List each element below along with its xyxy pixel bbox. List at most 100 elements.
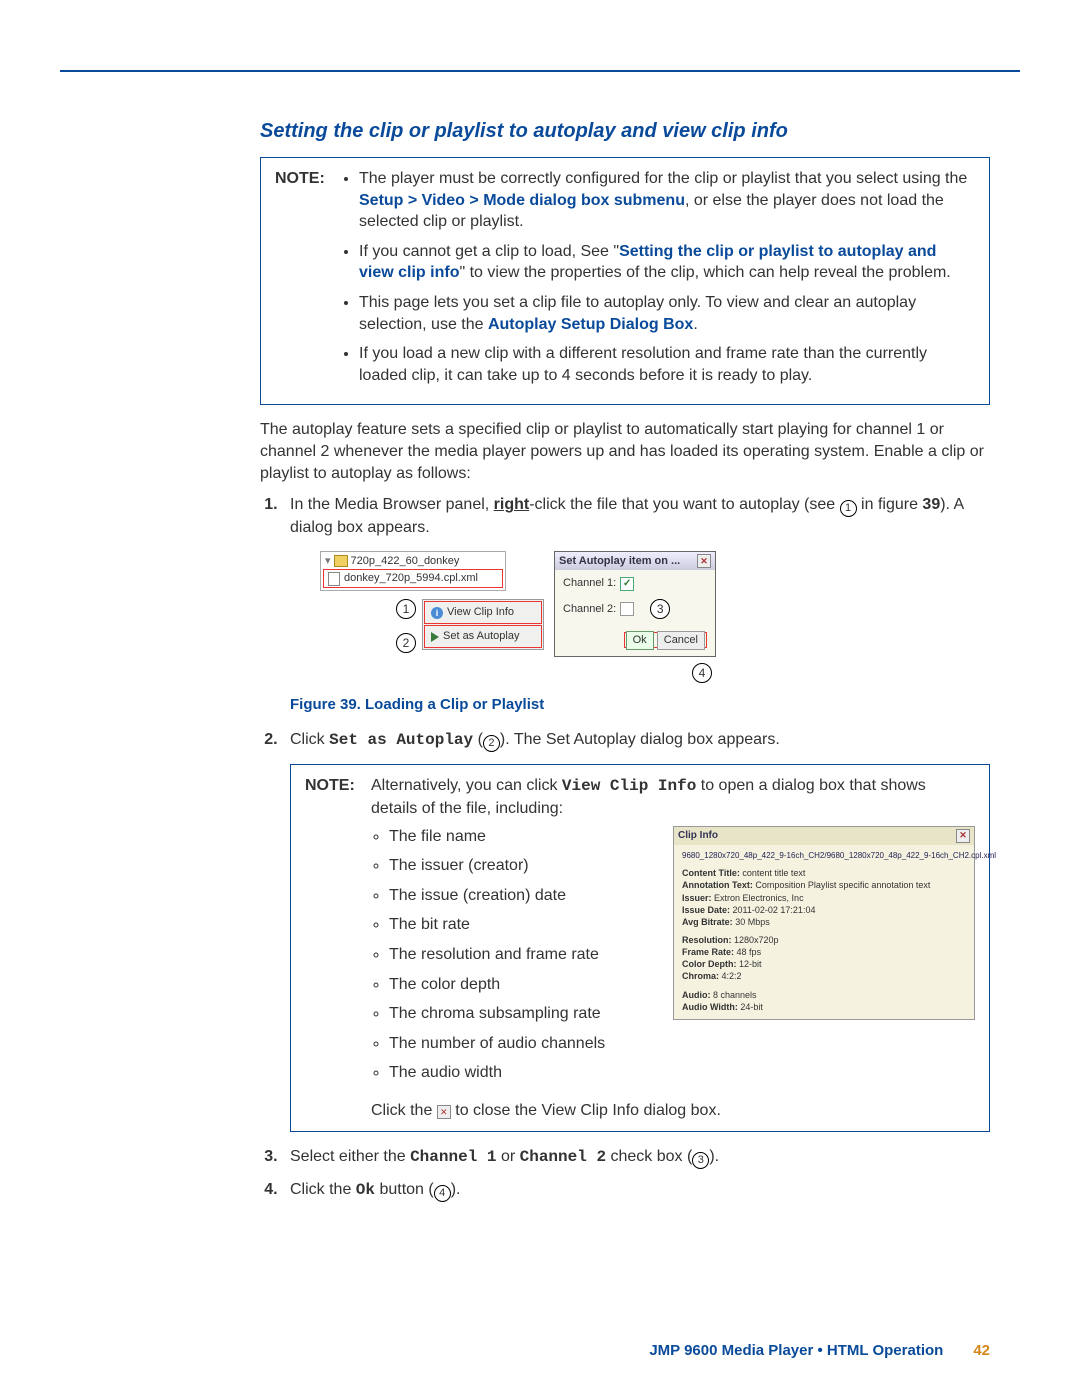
close-icon[interactable]: ✕ — [697, 554, 711, 568]
ci-label: Audio Width: — [682, 1002, 738, 1012]
step-text: Select either the — [290, 1148, 410, 1165]
channel2-checkbox[interactable] — [620, 602, 634, 616]
note-label: NOTE: — [275, 168, 331, 394]
callout-1-inline: 1 — [840, 500, 857, 517]
callout-1: 1 — [396, 599, 416, 619]
ci-value: 1280x720p — [734, 935, 779, 945]
clip-info-panel: Clip Info ✕ 9680_1280x720_48p_422_9-16ch… — [673, 826, 975, 1020]
detail-bullet: The number of audio channels — [389, 1033, 657, 1055]
set-autoplay-dialog: Set Autoplay item on ... ✕ Channel 1: ✓ — [554, 551, 716, 658]
step-4: Click the Ok button (4). — [282, 1179, 990, 1202]
close-icon[interactable]: ✕ — [956, 829, 970, 843]
clipinfo-title: Clip Info — [678, 829, 718, 843]
ci-value: 8 channels — [713, 990, 757, 1000]
note-text: If you load a new clip with a different … — [359, 345, 927, 384]
note-text: Click the — [371, 1102, 437, 1119]
context-menu: i View Clip Info Set as Autoplay — [422, 599, 544, 650]
ok-button[interactable]: Ok — [626, 631, 654, 650]
file-icon — [328, 572, 340, 586]
ci-value: 12-bit — [739, 959, 762, 969]
ci-value: 48 fps — [737, 947, 762, 957]
ci-label: Chroma: — [682, 971, 719, 981]
detail-bullet: The bit rate — [389, 914, 657, 936]
clipinfo-path: 9680_1280x720_48p_422_9-16ch_CH2/9680_12… — [682, 851, 966, 862]
channel2-label: Channel 2: — [563, 602, 616, 617]
note-bullet: If you cannot get a clip to load, See "S… — [359, 241, 975, 284]
ci-value: Extron Electronics, Inc — [714, 893, 804, 903]
note-bullet: If you load a new clip with a different … — [359, 343, 975, 386]
tree-panel: ▾720p_422_60_donkey donkey_720p_5994.cpl… — [320, 551, 544, 658]
document-page: Setting the clip or playlist to autoplay… — [0, 0, 1080, 1399]
ci-label: Content Title: — [682, 868, 740, 878]
step-text: button ( — [375, 1181, 434, 1198]
ctx-label: View Clip Info — [447, 605, 514, 620]
note-body: The player must be correctly configured … — [341, 168, 975, 394]
note-intro: Alternatively, you can click View Clip I… — [371, 775, 975, 819]
ci-label: Annotation Text: — [682, 880, 753, 890]
note-mono: View Clip Info — [562, 777, 696, 795]
ci-value: 30 Mbps — [735, 917, 770, 927]
step-3: Select either the Channel 1 or Channel 2… — [282, 1146, 990, 1169]
note-text: to close the View Clip Info dialog box. — [451, 1102, 721, 1119]
step-text: in figure — [857, 496, 923, 513]
ci-value: 24-bit — [740, 1002, 763, 1012]
note-link[interactable]: Autoplay Setup Dialog Box — [488, 316, 693, 333]
ci-value: Composition Playlist specific annotation… — [755, 880, 930, 890]
figure-39: ▾720p_422_60_donkey donkey_720p_5994.cpl… — [320, 551, 990, 688]
folder-name: 720p_422_60_donkey — [351, 554, 460, 569]
ci-label: Avg Bitrate: — [682, 917, 733, 927]
step-text: ). — [451, 1181, 461, 1198]
play-icon — [431, 632, 439, 642]
fig-ref: 39 — [922, 496, 940, 513]
step-mono: Set as Autoplay — [329, 731, 473, 749]
detail-bullet: The color depth — [389, 974, 657, 996]
callout-column: 1 2 — [370, 595, 420, 657]
note-text: The player must be correctly configured … — [359, 170, 967, 187]
detail-bullet: The file name — [389, 826, 657, 848]
tree-folder[interactable]: ▾720p_422_60_donkey — [323, 554, 503, 569]
ctx-view-clip-info[interactable]: i View Clip Info — [424, 601, 542, 624]
channel1-label: Channel 1: — [563, 576, 616, 591]
detail-bullet: The chroma subsampling rate — [389, 1003, 657, 1025]
ctx-label: Set as Autoplay — [443, 629, 519, 644]
note-link[interactable]: Setup > Video > Mode dialog box submenu — [359, 192, 685, 209]
callout-3-inline: 3 — [692, 1152, 709, 1169]
detail-bullet: The audio width — [389, 1062, 657, 1084]
ci-value: content title text — [742, 868, 805, 878]
note-text: . — [693, 316, 697, 333]
ci-label: Issuer: — [682, 893, 712, 903]
step-text: ). — [709, 1148, 719, 1165]
close-icon-inline: ✕ — [437, 1105, 451, 1119]
step-text: ). The Set Autoplay dialog box appears. — [500, 731, 780, 748]
content-area: Setting the clip or playlist to autoplay… — [260, 120, 990, 1359]
ci-label: Color Depth: — [682, 959, 737, 969]
dialog-title: Set Autoplay item on ... — [559, 554, 680, 569]
page-footer: JMP 9600 Media Player • HTML Operation 4… — [260, 1342, 990, 1359]
ci-value: 4:2:2 — [722, 971, 742, 981]
callout-4: 4 — [692, 663, 712, 683]
callout-2: 2 — [396, 633, 416, 653]
footer-title: JMP 9600 Media Player • HTML Operation — [649, 1342, 943, 1359]
step-text: or — [497, 1148, 520, 1165]
autoplay-dialog-group: Set Autoplay item on ... ✕ Channel 1: ✓ — [554, 551, 716, 688]
note-text: " to view the properties of the clip, wh… — [459, 264, 950, 281]
ci-label: Resolution: — [682, 935, 732, 945]
step-text: ( — [473, 731, 483, 748]
step-2: Click Set as Autoplay (2). The Set Autop… — [282, 729, 990, 1132]
ci-label: Issue Date: — [682, 905, 730, 915]
note-text: If you cannot get a clip to load, See " — [359, 243, 619, 260]
cancel-button[interactable]: Cancel — [657, 631, 705, 650]
note-box-2: NOTE: Alternatively, you can click View … — [290, 764, 990, 1132]
tree-file-selected[interactable]: donkey_720p_5994.cpl.xml — [323, 569, 503, 588]
step-text: Click the — [290, 1181, 356, 1198]
detail-bullet: The resolution and frame rate — [389, 944, 657, 966]
step-bold: right — [494, 496, 530, 513]
step-mono: Ok — [356, 1181, 375, 1199]
step-mono: Channel 2 — [520, 1148, 606, 1166]
page-number: 42 — [973, 1342, 990, 1359]
figure-caption: Figure 39. Loading a Clip or Playlist — [290, 695, 990, 715]
ctx-set-autoplay[interactable]: Set as Autoplay — [424, 625, 542, 648]
channel1-checkbox[interactable]: ✓ — [620, 577, 634, 591]
callout-4-inline: 4 — [434, 1185, 451, 1202]
note-bullet: The player must be correctly configured … — [359, 168, 975, 233]
